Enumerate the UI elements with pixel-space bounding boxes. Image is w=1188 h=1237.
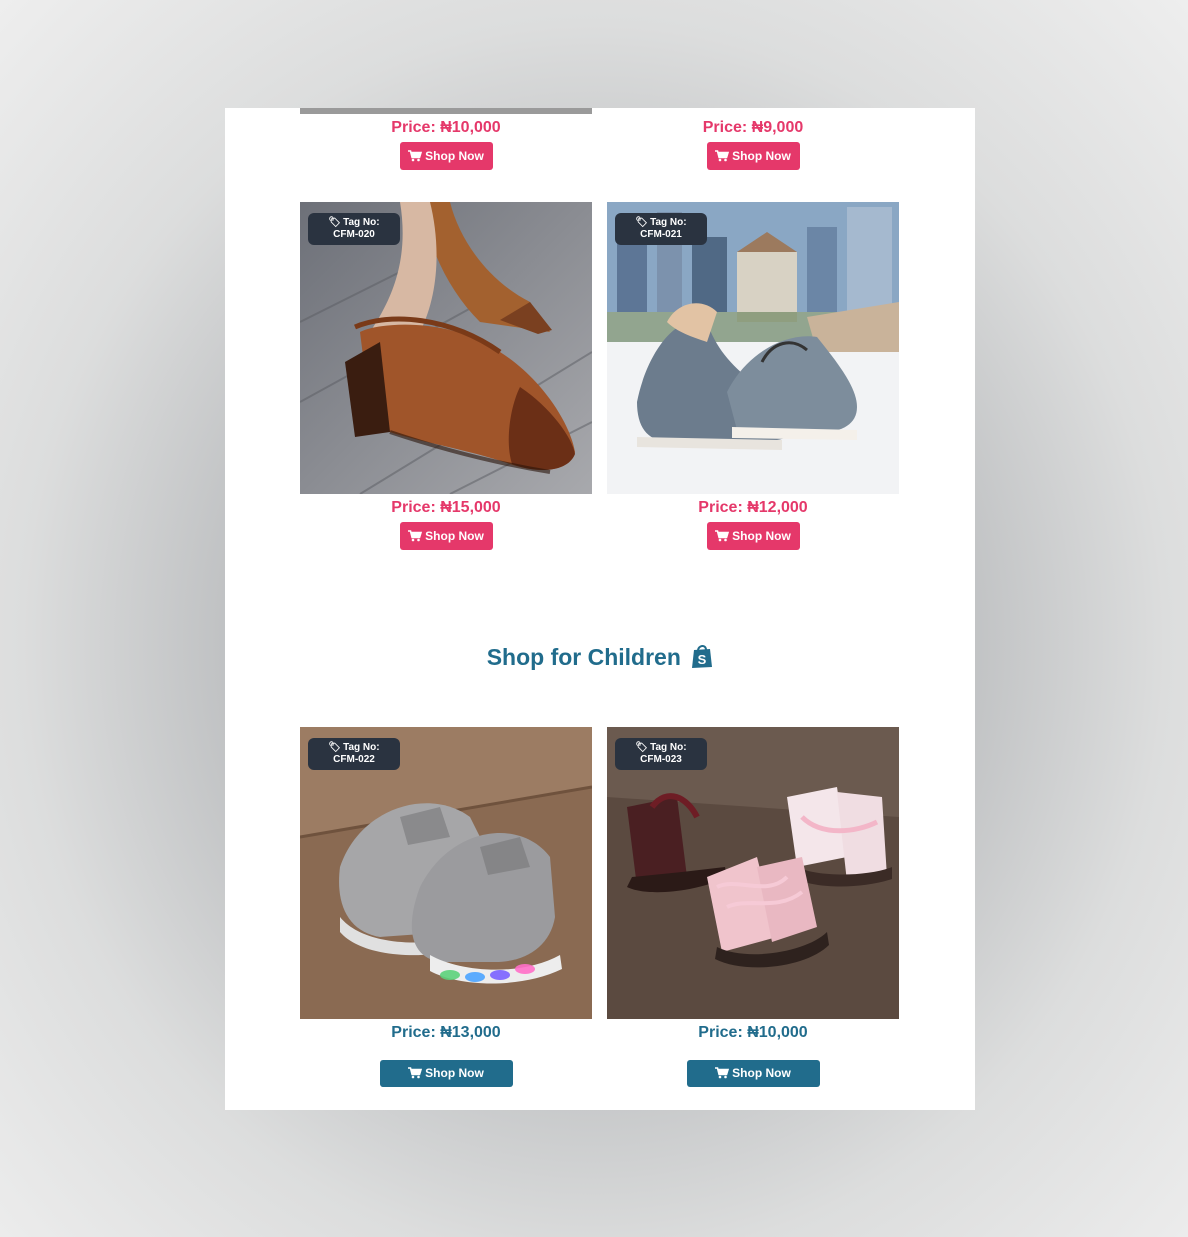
cart-icon	[715, 1062, 730, 1089]
price-label: Price: ₦9,000	[702, 119, 804, 136]
shop-now-button[interactable]: Shop Now	[399, 142, 493, 172]
shop-now-label: Shop Now	[732, 149, 791, 163]
cart-icon	[715, 524, 730, 552]
tag-badge: 🏷 Tag No: CFM-023	[615, 738, 707, 770]
tag-label: Tag No:	[343, 217, 380, 228]
shop-now-label: Shop Now	[732, 1066, 791, 1080]
shop-now-button[interactable]: Shop Now	[379, 1060, 513, 1089]
product-image-grey-light-up-sneakers[interactable]: 🏷 Tag No: CFM-022	[300, 727, 592, 1019]
tag-label: Tag No:	[650, 742, 687, 753]
shop-now-label: Shop Now	[732, 529, 791, 543]
shop-now-label: Shop Now	[425, 529, 484, 543]
previous-product-image-edge	[300, 108, 592, 114]
tag-code: CFM-021	[640, 229, 682, 240]
cart-icon	[408, 524, 423, 552]
price-label: Price: ₦12,000	[698, 499, 808, 516]
product-image-grey-loafer[interactable]: 🏷 Tag No: CFM-021	[607, 202, 899, 494]
price-label: Price: ₦15,000	[391, 499, 501, 516]
shopify-bag-icon: S	[691, 643, 713, 675]
product-card-top-1: Price: ₦10,000 Shop Now	[300, 119, 592, 170]
tag-label: Tag No:	[343, 742, 380, 753]
shop-now-label: Shop Now	[425, 149, 484, 163]
tag-code: CFM-022	[333, 754, 375, 765]
product-card-cfm-022: 🏷 Tag No: CFM-022 Price: ₦13,000 Shop Now	[300, 727, 592, 1087]
section-title-children: Shop for Children S	[225, 643, 975, 675]
tag-badge: 🏷 Tag No: CFM-021	[615, 213, 707, 245]
product-image-pink-and-burgundy-boots[interactable]: 🏷 Tag No: CFM-023	[607, 727, 899, 1019]
shop-now-button[interactable]: Shop Now	[686, 1060, 820, 1089]
section-title-text: Shop for Children	[486, 644, 681, 670]
tag-badge: 🏷 Tag No: CFM-020	[308, 213, 400, 245]
tag-badge: 🏷 Tag No: CFM-022	[308, 738, 400, 770]
product-card-cfm-023: 🏷 Tag No: CFM-023 Price: ₦10,000 Shop Now	[607, 727, 899, 1087]
price-label: Price: ₦13,000	[391, 1024, 501, 1041]
product-page: Price: ₦10,000 Shop Now Price: ₦9,000 Sh…	[225, 108, 975, 1110]
tag-icon: 🏷	[328, 742, 342, 753]
tag-code: CFM-023	[640, 754, 682, 765]
product-card-cfm-021: 🏷 Tag No: CFM-021 Price: ₦12,000 Shop Now	[607, 202, 899, 550]
svg-text:S: S	[698, 652, 707, 667]
shop-now-button[interactable]: Shop Now	[706, 142, 800, 172]
cart-icon	[408, 1062, 423, 1089]
price-label: Price: ₦10,000	[391, 119, 501, 136]
shop-now-label: Shop Now	[425, 1066, 484, 1080]
shop-now-button[interactable]: Shop Now	[706, 522, 800, 552]
price-label: Price: ₦10,000	[698, 1024, 808, 1041]
shop-now-button[interactable]: Shop Now	[399, 522, 493, 552]
tag-code: CFM-020	[333, 229, 375, 240]
cart-icon	[408, 144, 423, 172]
product-image-brown-heeled-shoe[interactable]: 🏷 Tag No: CFM-020	[300, 202, 592, 494]
cart-icon	[715, 144, 730, 172]
tag-icon: 🏷	[635, 217, 649, 228]
tag-label: Tag No:	[650, 217, 687, 228]
product-card-top-2: Price: ₦9,000 Shop Now	[607, 119, 899, 170]
tag-icon: 🏷	[635, 742, 649, 753]
product-card-cfm-020: 🏷 Tag No: CFM-020 Price: ₦15,000 Shop Now	[300, 202, 592, 550]
tag-icon: 🏷	[328, 217, 342, 228]
